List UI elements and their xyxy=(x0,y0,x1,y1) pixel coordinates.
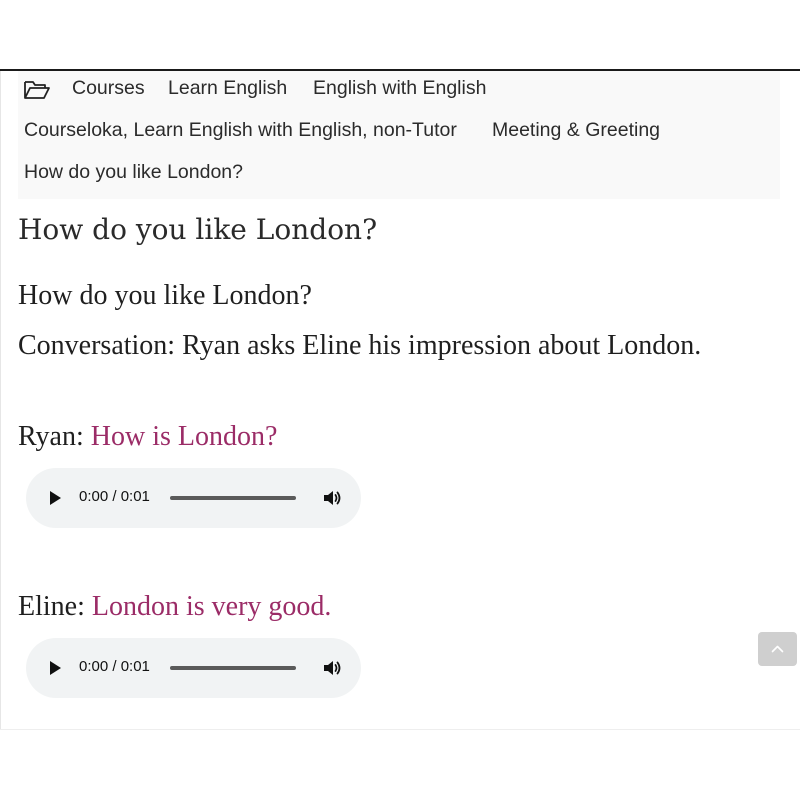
chevron-up-icon xyxy=(771,645,784,653)
audio-player[interactable]: 0:00 / 0:01 xyxy=(26,638,361,698)
breadcrumb-meeting-greeting[interactable]: Meeting & Greeting xyxy=(492,119,660,142)
left-edge-line xyxy=(0,71,1,729)
back-to-top-button[interactable] xyxy=(758,632,797,666)
audio-time: 0:00 / 0:01 xyxy=(79,488,150,505)
speech-text: London is very good. xyxy=(91,591,332,622)
audio-progress-slider[interactable] xyxy=(170,666,296,670)
top-blank-area xyxy=(0,0,800,69)
audio-player[interactable]: 0:00 / 0:01 xyxy=(26,468,361,528)
play-icon[interactable] xyxy=(50,491,61,505)
speaker-name: Eline: xyxy=(18,591,85,622)
speech-text: How is London? xyxy=(90,421,278,452)
breadcrumb-english-with-english[interactable]: English with English xyxy=(313,77,486,100)
lesson-description: Conversation: Ryan asks Eline his impres… xyxy=(18,330,702,361)
dialogue-line: Ryan: How is London? xyxy=(18,421,277,453)
breadcrumb-learn-english[interactable]: Learn English xyxy=(168,77,287,100)
breadcrumb: Courses Learn English English with Engli… xyxy=(18,71,780,199)
breadcrumb-courses[interactable]: Courses xyxy=(72,77,145,100)
volume-icon[interactable] xyxy=(322,658,342,678)
page-title: How do you like London? xyxy=(18,213,378,246)
audio-progress-slider[interactable] xyxy=(170,496,296,500)
dialogue-line: Eline: London is very good. xyxy=(18,591,331,623)
play-icon[interactable] xyxy=(50,661,61,675)
volume-icon[interactable] xyxy=(322,488,342,508)
breadcrumb-courseloka[interactable]: Courseloka, Learn English with English, … xyxy=(24,119,457,142)
breadcrumb-current: How do you like London? xyxy=(24,161,243,183)
bottom-edge-line xyxy=(0,729,800,730)
folder-open-icon xyxy=(23,79,51,101)
lesson-subtitle: How do you like London? xyxy=(18,280,312,311)
audio-time: 0:00 / 0:01 xyxy=(79,658,150,675)
speaker-name: Ryan: xyxy=(18,421,84,452)
